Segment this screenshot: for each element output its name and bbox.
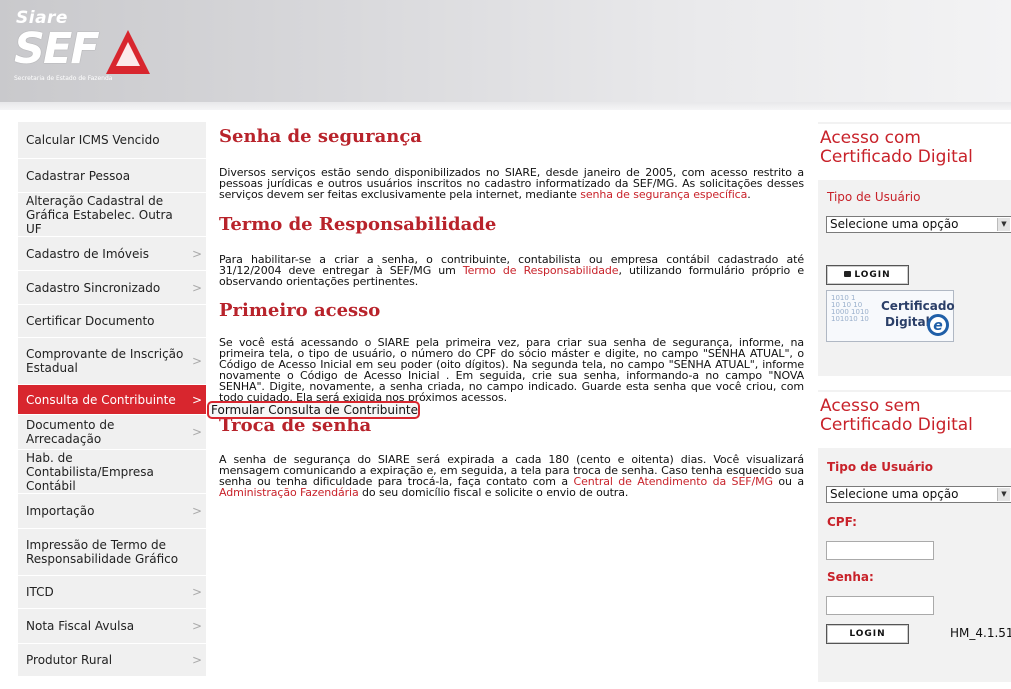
select-value: Selecione uma opção (830, 487, 959, 501)
sidebar-item-label: Produtor Rural (26, 653, 113, 667)
sidebar-item-hab-contabilista[interactable]: Hab. de Contabilista/Empresa Contábil (18, 450, 206, 494)
chevron-right-icon: > (191, 653, 202, 667)
logo-red-triangle-icon (106, 30, 150, 74)
e-logo-icon: e (927, 314, 949, 336)
sidebar-item-produtor-rural[interactable]: Produtor Rural > (18, 644, 206, 677)
section-text-troca-senha: A senha de segurança do SIARE será expir… (219, 453, 805, 499)
sidebar-item-cadastro-sincronizado[interactable]: Cadastro Sincronizado > (18, 271, 206, 305)
sidebar-item-label: Certificar Documento (26, 314, 155, 328)
chevron-right-icon: > (191, 504, 202, 518)
binary-pattern-icon: 1010 1 10 10 10 1000 1010 101010 10 (831, 294, 869, 323)
termo-responsabilidade-link[interactable]: Termo de Responsabilidade (463, 264, 619, 277)
cert-user-type-select[interactable]: Selecione uma opção ▼ (826, 216, 1011, 233)
chevron-right-icon: > (191, 392, 202, 407)
sidebar-item-label: Nota Fiscal Avulsa (26, 619, 135, 633)
version-label: HM_4.1.51 (950, 626, 1011, 640)
administracao-fazendaria-link[interactable]: Administração Fazendária (219, 486, 359, 499)
sidebar-item-importacao[interactable]: Importação > (18, 494, 206, 529)
sidebar-item-label: Calcular ICMS Vencido (26, 133, 160, 147)
section-title-senha-seguranca: Senha de segurança (219, 126, 422, 147)
sidebar-item-label: Comprovante de Inscrição Estadual (26, 347, 184, 375)
sidebar-item-certificar-documento[interactable]: Certificar Documento (18, 305, 206, 338)
sidebar-item-label: Cadastro de Imóveis (26, 246, 149, 261)
sidebar-item-documento-arrecadacao[interactable]: Documento de Arrecadação > (18, 415, 206, 450)
sidebar-item-label: Alteração Cadastral de Gráfica Estabelec… (26, 193, 173, 236)
sidebar-item-label: Cadastrar Pessoa (26, 168, 131, 183)
dropdown-arrow-icon: ▼ (997, 488, 1010, 501)
cert-panel-title: Acesso com Certificado Digital (818, 124, 1011, 180)
siare-sef-logo[interactable]: Siare SEF Secretaria de Estado de Fazend… (12, 8, 152, 90)
certificado-digital-badge: 1010 1 10 10 10 1000 1010 101010 10 Certifi… (826, 290, 955, 342)
page-header: Siare SEF Secretaria de Estado de Fazend… (0, 0, 1011, 110)
sidebar-item-cadastro-imoveis[interactable]: Cadastro de Imóveis > (18, 237, 206, 271)
cert-login-button[interactable]: LOGIN (826, 265, 909, 285)
cpf-label: CPF: (827, 515, 857, 529)
sidebar-item-nota-fiscal-avulsa[interactable]: Nota Fiscal Avulsa > (18, 609, 206, 644)
sidebar-item-consulta-contribuinte[interactable]: Consulta de Contribuinte > (18, 385, 206, 415)
chevron-right-icon: > (191, 246, 202, 261)
select-value: Selecione uma opção (830, 217, 959, 231)
sidebar-menu: Calcular ICMS Vencido Cadastrar Pessoa A… (18, 122, 206, 677)
nocert-panel-title: Acesso sem Certificado Digital (818, 392, 1011, 448)
lock-icon (844, 271, 852, 277)
password-input[interactable] (826, 596, 934, 615)
sidebar-item-impressao-termo[interactable]: Impressão de Termo de Responsabilidade G… (18, 529, 206, 576)
sidebar-item-label: Hab. de Contabilista/Empresa Contábil (26, 450, 154, 493)
main-content: Senha de segurança Diversos serviços est… (219, 126, 804, 498)
sidebar-item-comprovante-inscricao[interactable]: Comprovante de Inscrição Estadual > (18, 338, 206, 385)
chevron-right-icon: > (191, 585, 202, 599)
logo-subtitle: Secretaria de Estado de Fazenda (14, 75, 113, 82)
chevron-right-icon: > (191, 425, 202, 439)
sidebar-item-alteracao-cadastral[interactable]: Alteração Cadastral de Gráfica Estabelec… (18, 193, 206, 237)
section-text-primeiro-acesso: Se você está acessando o SIARE pela prim… (219, 336, 804, 404)
sidebar-item-label: Impressão de Termo de Responsabilidade G… (26, 538, 179, 566)
sidebar-item-label: Importação (26, 504, 95, 518)
section-title-primeiro-acesso: Primeiro acesso (219, 300, 381, 321)
password-label: Senha: (827, 570, 874, 584)
sidebar-item-calcular-icms[interactable]: Calcular ICMS Vencido (18, 122, 206, 159)
section-text-termo-responsabilidade: Para habilitar-se a criar a senha, o con… (219, 253, 804, 288)
section-title-termo-responsabilidade: Termo de Responsabilidade (219, 214, 497, 235)
chevron-right-icon: > (191, 619, 202, 633)
section-text-senha-seguranca: Diversos serviços estão sendo disponibil… (219, 166, 804, 201)
cert-user-type-label: Tipo de Usuário (827, 190, 921, 204)
cpf-input[interactable] (826, 541, 934, 560)
senha-seguranca-link[interactable]: senha de segurança específica (580, 188, 747, 201)
nocert-login-button[interactable]: LOGIN (826, 624, 909, 644)
badge-line2: Digital (885, 315, 930, 329)
chevron-right-icon: > (191, 280, 202, 295)
dropdown-arrow-icon: ▼ (997, 218, 1010, 231)
sidebar-item-label: Cadastro Sincronizado (26, 280, 161, 295)
logo-sef-text: SEF (14, 24, 100, 74)
sidebar-item-label: ITCD (26, 585, 54, 599)
submenu-formular-consulta[interactable]: Formular Consulta de Contribuinte (207, 401, 420, 419)
sidebar-item-label: Consulta de Contribuinte (26, 392, 176, 407)
nocert-user-type-label: Tipo de Usuário (827, 460, 934, 474)
badge-line1: Certificado (881, 299, 955, 313)
sidebar-item-label: Documento de Arrecadação (26, 418, 115, 446)
sidebar-item-itcd[interactable]: ITCD > (18, 576, 206, 609)
chevron-right-icon: > (191, 354, 202, 368)
sidebar-item-cadastrar-pessoa[interactable]: Cadastrar Pessoa (18, 159, 206, 193)
nocert-user-type-select[interactable]: Selecione uma opção ▼ (826, 486, 1011, 503)
